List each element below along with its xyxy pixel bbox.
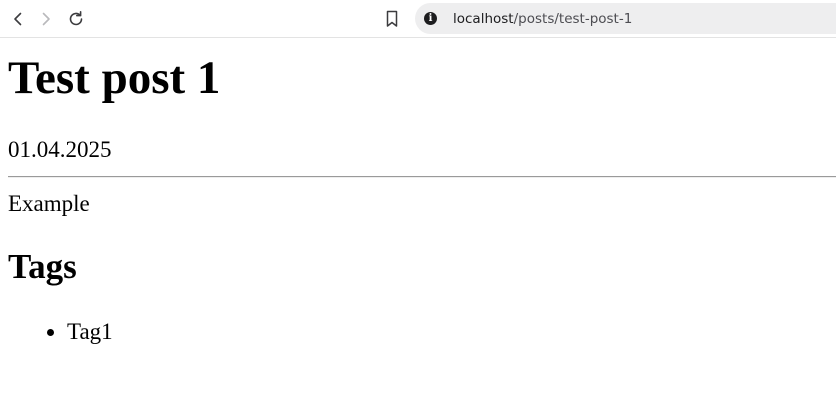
back-arrow-icon <box>14 12 22 26</box>
tag-list: Tag1 <box>0 318 113 346</box>
forward-arrow-icon <box>42 12 50 26</box>
bookmark-button[interactable] <box>380 7 404 31</box>
bookmark-icon <box>386 10 398 27</box>
back-button[interactable] <box>6 7 30 31</box>
post-date: 01.04.2025 <box>8 137 112 162</box>
tags-heading: Tags <box>8 247 77 286</box>
url-text[interactable]: localhost/posts/test-post-1 <box>453 11 632 27</box>
info-icon[interactable]: i <box>424 12 437 25</box>
forward-button[interactable] <box>34 7 58 31</box>
tag-item: Tag1 <box>67 318 113 346</box>
post-title: Test post 1 <box>8 52 221 104</box>
url-host: localhost <box>453 10 514 27</box>
browser-toolbar: i localhost/posts/test-post-1 <box>0 0 836 38</box>
reload-icon <box>69 10 83 26</box>
address-bar[interactable]: i localhost/posts/test-post-1 <box>415 3 836 34</box>
post-body: Example <box>8 191 90 216</box>
reload-button[interactable] <box>64 7 88 31</box>
url-path: /posts/test-post-1 <box>513 10 633 27</box>
divider <box>8 176 836 178</box>
